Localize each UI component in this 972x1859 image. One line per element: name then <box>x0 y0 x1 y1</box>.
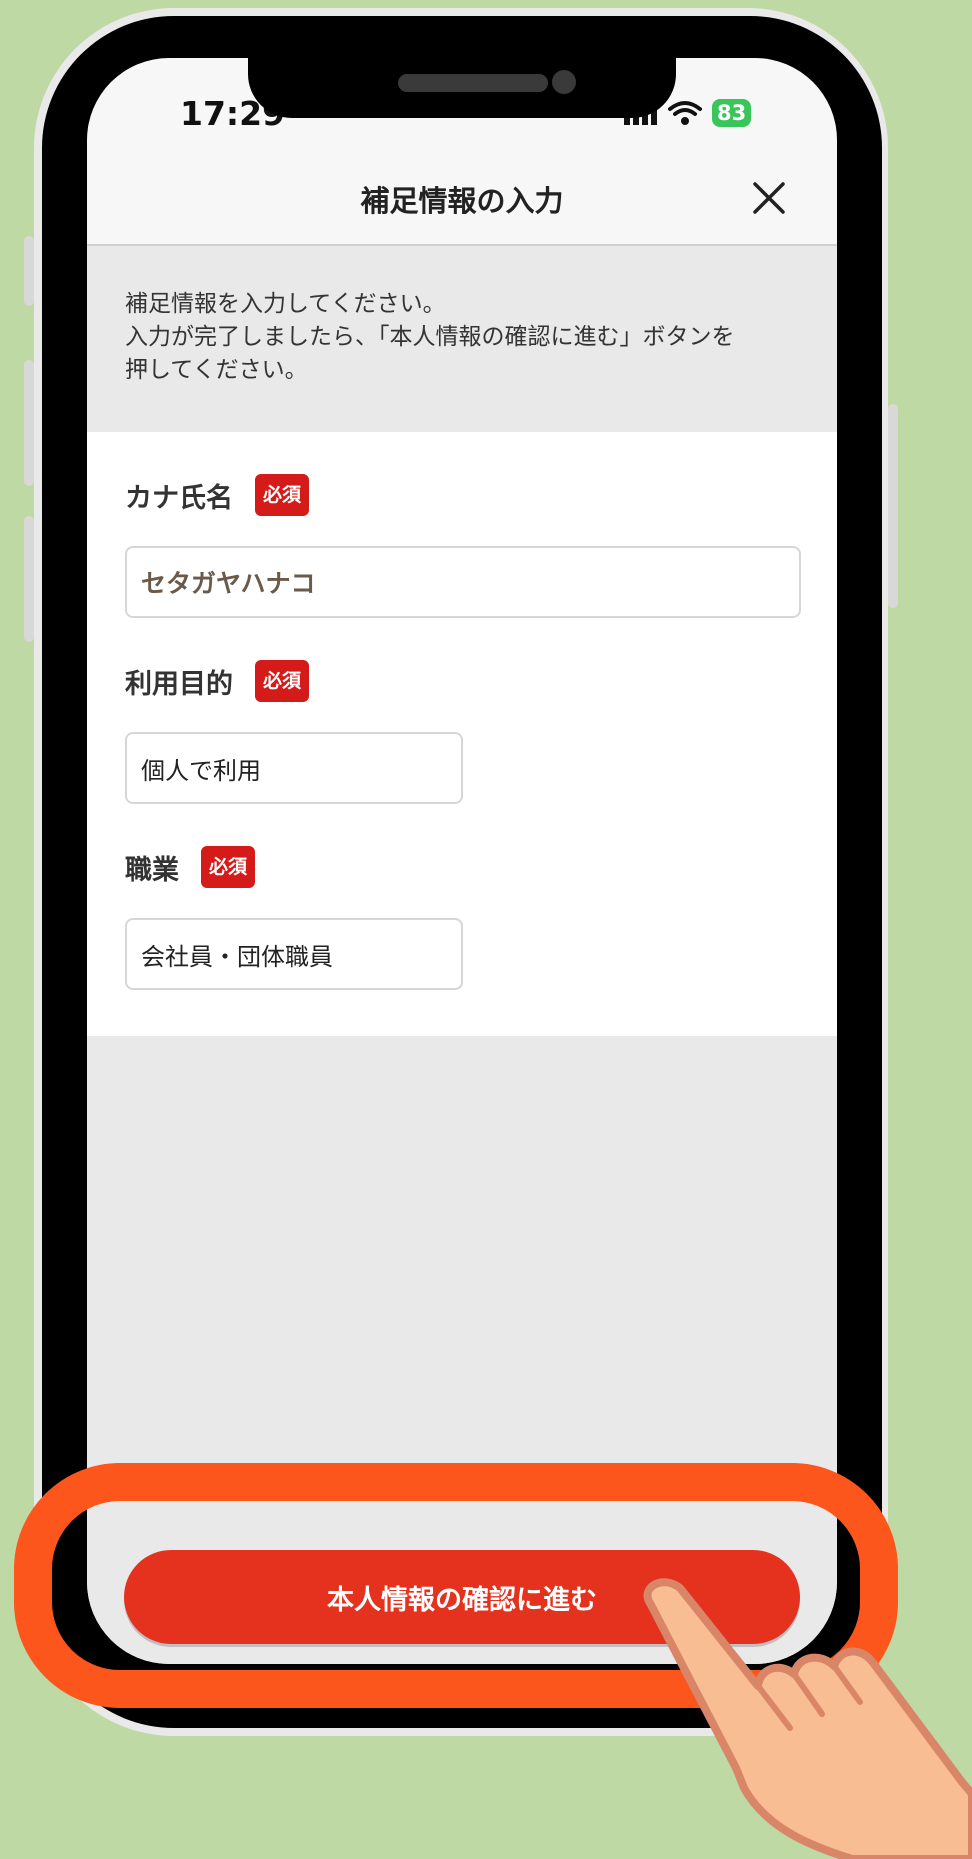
field-label-text: 利用目的 <box>125 668 233 700</box>
supplementary-form: カナ氏名 必須 セタガヤハナコ 利用目的 必須 個人で利用 職業 必須 会社員・… <box>87 432 837 1036</box>
front-camera <box>552 70 576 94</box>
phone-side-button <box>24 236 34 306</box>
field-label-text: カナ氏名 <box>125 482 233 514</box>
occupation-value: 会社員・団体職員 <box>141 942 333 971</box>
purpose-value: 個人で利用 <box>141 756 261 785</box>
battery-icon: 83 <box>712 99 752 127</box>
close-icon[interactable] <box>747 176 791 220</box>
occupation-select[interactable]: 会社員・団体職員 <box>125 918 463 990</box>
occupation-label: 職業 必須 <box>125 846 256 888</box>
required-badge: 必須 <box>201 846 256 888</box>
instruction-text: 補足情報を入力してください。 入力が完了しましたら、「本人情報の確認に進む」ボタ… <box>125 291 735 383</box>
modal-header: 補足情報の入力 <box>87 154 837 246</box>
wifi-icon <box>668 101 702 125</box>
page-title: 補足情報の入力 <box>360 184 564 218</box>
speaker-grille <box>398 74 548 92</box>
phone-side-button <box>24 516 34 642</box>
cta-label: 本人情報の確認に進む <box>327 1584 597 1616</box>
purpose-label: 利用目的 必須 <box>125 660 310 702</box>
phone-side-button <box>888 404 898 608</box>
kana-name-value: セタガヤハナコ <box>141 569 316 598</box>
phone-side-button <box>24 360 34 486</box>
field-label-text: 職業 <box>125 854 179 886</box>
purpose-select[interactable]: 個人で利用 <box>125 732 463 804</box>
required-badge: 必須 <box>255 474 310 516</box>
kana-name-label: カナ氏名 必須 <box>125 474 310 516</box>
instruction-panel: 補足情報を入力してください。 入力が完了しましたら、「本人情報の確認に進む」ボタ… <box>87 246 837 432</box>
phone-notch <box>248 50 676 118</box>
app-screen: 17:29 83 補足情報の入力 補足情報を入力してください。 入力が完了しまし… <box>87 58 837 1664</box>
hand-pointer-icon <box>643 1578 972 1859</box>
kana-name-field[interactable]: セタガヤハナコ <box>125 546 801 618</box>
required-badge: 必須 <box>255 660 310 702</box>
